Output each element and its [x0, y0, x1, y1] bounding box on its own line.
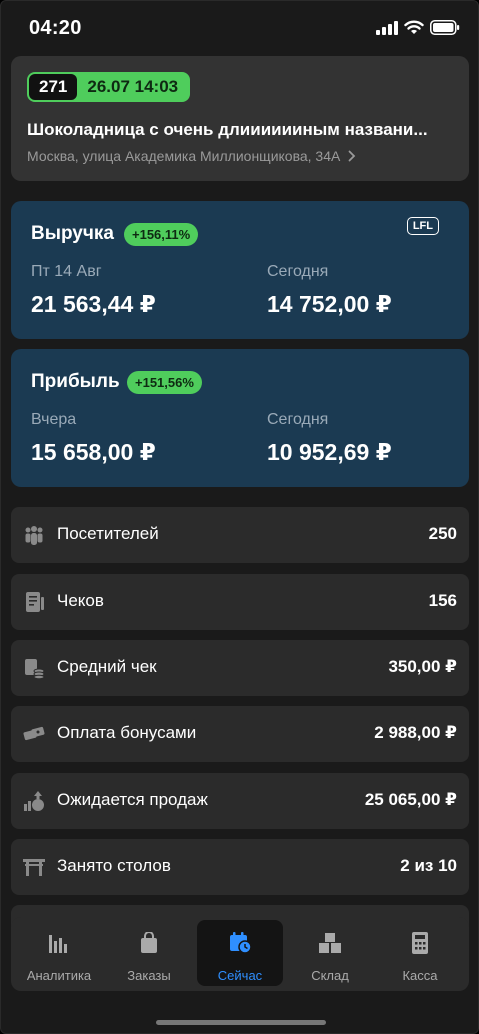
chevron-right-icon: [348, 150, 356, 162]
row-label: Ожидается продаж: [57, 790, 208, 809]
revenue-left-value: 21 563,44 ₽: [31, 291, 156, 317]
store-address-row[interactable]: Москва, улица Академика Миллионщикова, 3…: [27, 148, 356, 164]
revenue-title: Выручка: [31, 223, 114, 244]
store-name: Шоколадница с очень длииииииным названи.…: [27, 120, 428, 139]
row-value: 156: [428, 591, 457, 610]
row-expected-sales[interactable]: Ожидается продаж 25 065,00 ₽: [11, 773, 469, 829]
cellular-signal-icon: [376, 20, 398, 35]
row-value: 250: [428, 524, 457, 543]
tab-label: Склад: [311, 968, 349, 983]
store-card[interactable]: 271 26.07 14:03 Шоколадница с очень длии…: [11, 56, 469, 181]
row-label: Чеков: [57, 591, 104, 610]
row-visitors[interactable]: Посетителей 250: [11, 507, 469, 563]
row-tables-occupied[interactable]: Занято столов 2 из 10: [11, 839, 469, 895]
tab-orders[interactable]: Заказы: [106, 920, 192, 986]
profit-right-value: 10 952,69 ₽: [267, 439, 392, 465]
tab-bar: Аналитика Заказы Сейчас Склад Касса: [11, 917, 469, 991]
profit-card[interactable]: Прибыль +151,56% Вчера 15 658,00 ₽ Сегод…: [11, 349, 469, 487]
profit-left-value: 15 658,00 ₽: [31, 439, 156, 465]
tab-label: Заказы: [127, 968, 171, 983]
revenue-left-label: Пт 14 Авг: [31, 263, 102, 280]
wifi-icon: [404, 20, 424, 34]
profit-title: Прибыль: [31, 371, 120, 392]
profit-change-badge: +151,56%: [127, 371, 202, 394]
revenue-change-badge: +156,11%: [124, 223, 199, 246]
profit-left-label: Вчера: [31, 411, 77, 428]
sales-forecast-icon: [24, 791, 44, 811]
battery-icon: [430, 20, 460, 35]
cash-register-icon: [412, 932, 428, 954]
row-receipts[interactable]: Чеков 156: [11, 574, 469, 630]
tab-label: Аналитика: [26, 968, 92, 983]
row-value: 2 988,00 ₽: [374, 723, 457, 742]
store-datetime: 26.07 14:03: [87, 77, 179, 96]
boxes-icon: [319, 933, 341, 953]
tab-analytics[interactable]: Аналитика: [16, 920, 102, 986]
store-number: 271: [29, 74, 78, 100]
home-indicator[interactable]: [156, 1020, 326, 1025]
row-label: Посетителей: [57, 524, 159, 543]
tab-warehouse[interactable]: Склад: [287, 920, 373, 986]
row-label: Занято столов: [57, 856, 171, 875]
status-bar: 04:20: [1, 1, 478, 53]
status-time: 04:20: [29, 17, 82, 39]
row-value: 350,00 ₽: [388, 657, 457, 676]
lfl-toggle[interactable]: LFL: [406, 217, 439, 235]
receipt-icon: [26, 592, 44, 612]
store-badge: 271 26.07 14:03: [27, 72, 191, 102]
visitors-icon: [25, 526, 43, 545]
revenue-right-label: Сегодня: [267, 263, 329, 280]
screen: 04:20 271 26.07 14:03 Шоколадница с очен…: [0, 0, 479, 1034]
calendar-clock-icon: [230, 932, 251, 954]
profit-right-label: Сегодня: [267, 411, 329, 428]
revenue-right-value: 14 752,00 ₽: [267, 291, 392, 317]
store-address: Москва, улица Академика Миллионщикова, 3…: [27, 148, 341, 164]
row-value: 25 065,00 ₽: [364, 790, 457, 809]
status-icons: [376, 20, 460, 35]
bonus-tickets-icon: [23, 726, 45, 741]
tab-label: Касса: [402, 968, 438, 983]
tab-now[interactable]: Сейчас: [197, 920, 283, 986]
revenue-card[interactable]: Выручка +156,11% LFL Пт 14 Авг 21 563,44…: [11, 201, 469, 339]
row-value: 2 из 10: [400, 856, 457, 875]
row-label: Средний чек: [57, 657, 157, 676]
tab-label: Сейчас: [217, 968, 263, 983]
row-average-check[interactable]: Средний чек 350,00 ₽: [11, 640, 469, 696]
wallet-coins-icon: [25, 659, 45, 679]
tab-cashbox[interactable]: Касса: [377, 920, 463, 986]
row-label: Оплата бонусами: [57, 723, 197, 742]
bar-chart-icon: [49, 935, 67, 953]
table-icon: [23, 859, 45, 876]
row-bonus-payment[interactable]: Оплата бонусами 2 988,00 ₽: [11, 706, 469, 762]
shopping-bag-icon: [141, 932, 157, 953]
